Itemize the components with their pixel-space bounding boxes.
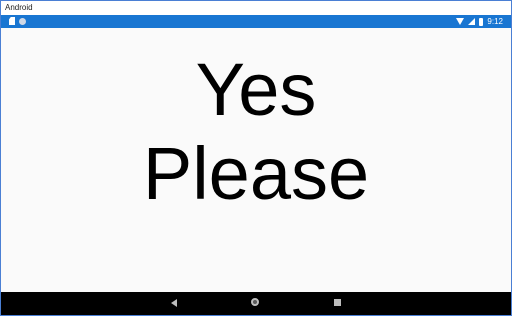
battery-icon: [479, 17, 484, 26]
wifi-icon: [456, 18, 465, 25]
status-right-icons: 9:12: [456, 15, 503, 28]
status-left-icons: [9, 17, 26, 25]
status-bar: 9:12: [1, 15, 511, 28]
message-line-2: Please: [142, 132, 370, 215]
recent-apps-button-icon[interactable]: [334, 299, 341, 306]
signal-icon: [468, 18, 476, 25]
navigation-bar: [1, 292, 511, 315]
window-title: Android: [1, 1, 511, 15]
sync-icon: [19, 17, 26, 25]
sd-card-icon: [9, 17, 15, 25]
back-button-icon[interactable]: [171, 299, 177, 307]
message-text: Yes Please: [1, 48, 511, 216]
home-button-icon[interactable]: [251, 298, 259, 306]
app-content: Yes Please: [1, 28, 511, 292]
message-line-1: Yes: [195, 48, 317, 131]
emulator-window: Android 9:12 Yes Please: [0, 0, 512, 316]
status-clock: 9:12: [487, 17, 503, 26]
